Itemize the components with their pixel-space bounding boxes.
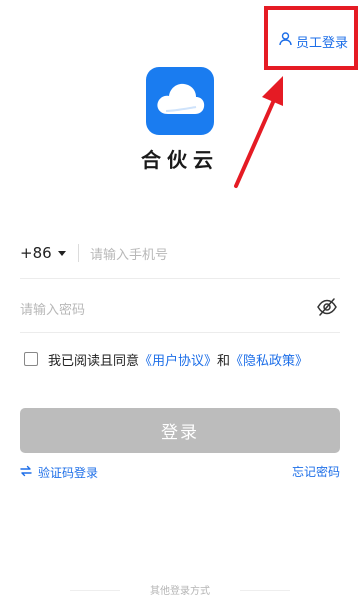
user-agreement-link[interactable]: 《用户协议》	[139, 350, 217, 369]
forgot-password-link[interactable]: 忘记密码	[292, 463, 340, 481]
agreement-checkbox[interactable]	[24, 352, 38, 366]
country-code-value: +86	[20, 244, 52, 262]
app-logo	[146, 67, 214, 135]
switch-arrows-icon	[20, 465, 32, 480]
sms-login-label: 验证码登录	[38, 465, 99, 480]
phone-row: +86	[20, 240, 340, 279]
agreement-and: 和	[217, 353, 231, 369]
cloud-icon	[154, 81, 206, 121]
annotation-highlight-box	[264, 6, 358, 70]
sms-login-link[interactable]: 验证码登录	[20, 463, 98, 481]
eye-off-icon[interactable]	[316, 296, 338, 318]
divider	[78, 244, 79, 262]
password-input[interactable]	[20, 300, 290, 320]
app-name: 合伙云	[141, 148, 219, 172]
agreement-row: 我已阅读且同意 《用户协议》 和 《隐私政策》	[24, 349, 308, 369]
password-row	[20, 294, 340, 333]
login-button[interactable]: 登录	[20, 408, 340, 453]
agreement-text: 我已阅读且同意	[48, 353, 140, 369]
other-login-label: 其他登录方式	[150, 586, 210, 597]
country-code-selector[interactable]: +86	[20, 244, 66, 262]
privacy-policy-link[interactable]: 《隐私政策》	[230, 350, 308, 369]
phone-input[interactable]	[90, 245, 330, 265]
chevron-down-icon	[57, 251, 66, 256]
